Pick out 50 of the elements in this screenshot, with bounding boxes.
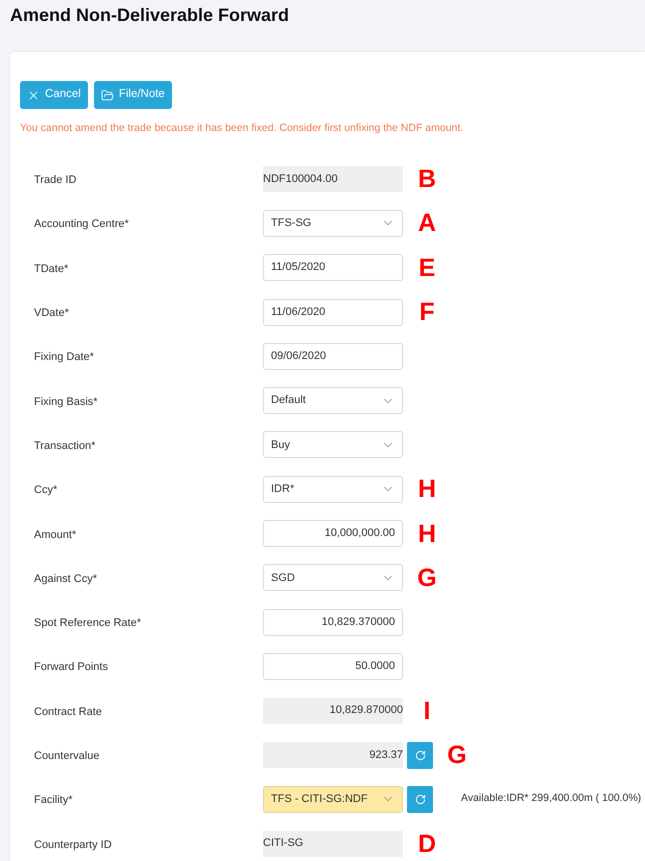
- dropdown-field[interactable]: TFS - CITI-SG:NDF: [263, 786, 403, 813]
- number-field[interactable]: 10,829.370000: [263, 608, 403, 636]
- annotation-letter: E: [418, 254, 436, 281]
- field-label: Fixing Date*: [34, 351, 94, 364]
- field-label: Ccy*: [34, 484, 58, 496]
- annotation-letter: F: [418, 299, 436, 326]
- field-label: Transaction*: [34, 440, 96, 452]
- availability-text: Available:IDR* 299,400.00m ( 100.0%): [461, 791, 642, 806]
- annotation-letter: G: [416, 564, 438, 591]
- refresh-icon: [414, 750, 426, 760]
- readonly-field: 923.37: [263, 742, 403, 768]
- annotation-letter: I: [422, 698, 432, 724]
- annotation-letter: A: [416, 210, 438, 236]
- dropdown-field[interactable]: SGD: [263, 564, 403, 592]
- field-label: VDate*: [34, 307, 69, 320]
- field-label: Accounting Centre*: [34, 218, 129, 230]
- annotation-letter: B: [416, 166, 438, 192]
- dropdown-field[interactable]: Buy: [263, 431, 403, 458]
- field-label: Trade ID: [34, 174, 76, 186]
- annotation-letter: G: [446, 742, 468, 768]
- number-field[interactable]: 10,000,000.00: [263, 520, 403, 548]
- annotation-letter: D: [416, 830, 438, 857]
- number-field[interactable]: 50.0000: [263, 652, 403, 680]
- field-label: Counterparty ID: [34, 838, 112, 851]
- field-label: Facility*: [34, 794, 73, 806]
- field-label: Against Ccy*: [34, 572, 97, 585]
- field-label: Amount*: [34, 528, 76, 541]
- dropdown-field[interactable]: TFS-SG: [263, 210, 403, 237]
- field-label: Spot Reference Rate*: [34, 617, 142, 630]
- readonly-field: CITI-SG: [263, 830, 403, 857]
- warning-message: You cannot amend the trade because it has been fixed. Consider first unfixing the NDF amount.: [20, 121, 464, 135]
- field-label: Fixing Basis*: [34, 396, 98, 408]
- annotation-letter: H: [416, 476, 438, 502]
- refresh-button[interactable]: [407, 786, 433, 813]
- dropdown-field[interactable]: Default: [263, 387, 403, 414]
- readonly-field: 10,829.870000: [263, 698, 403, 724]
- refresh-icon: [414, 794, 426, 805]
- folder-icon: [100, 88, 114, 102]
- refresh-button[interactable]: [407, 742, 433, 768]
- date-field[interactable]: 11/05/2020: [263, 254, 403, 282]
- date-field[interactable]: 11/06/2020: [263, 298, 403, 326]
- annotation-letter: H: [416, 520, 438, 547]
- date-field[interactable]: 09/06/2020: [263, 342, 403, 370]
- dropdown-field[interactable]: IDR*: [263, 476, 403, 503]
- field-label: Forward Points: [34, 661, 108, 674]
- readonly-field: NDF100004.00: [263, 166, 403, 192]
- page-title: Amend Non-Deliverable Forward: [10, 4, 290, 26]
- field-label: Countervalue: [34, 750, 100, 762]
- field-label: Contract Rate: [34, 706, 102, 718]
- field-label: TDate*: [34, 262, 68, 275]
